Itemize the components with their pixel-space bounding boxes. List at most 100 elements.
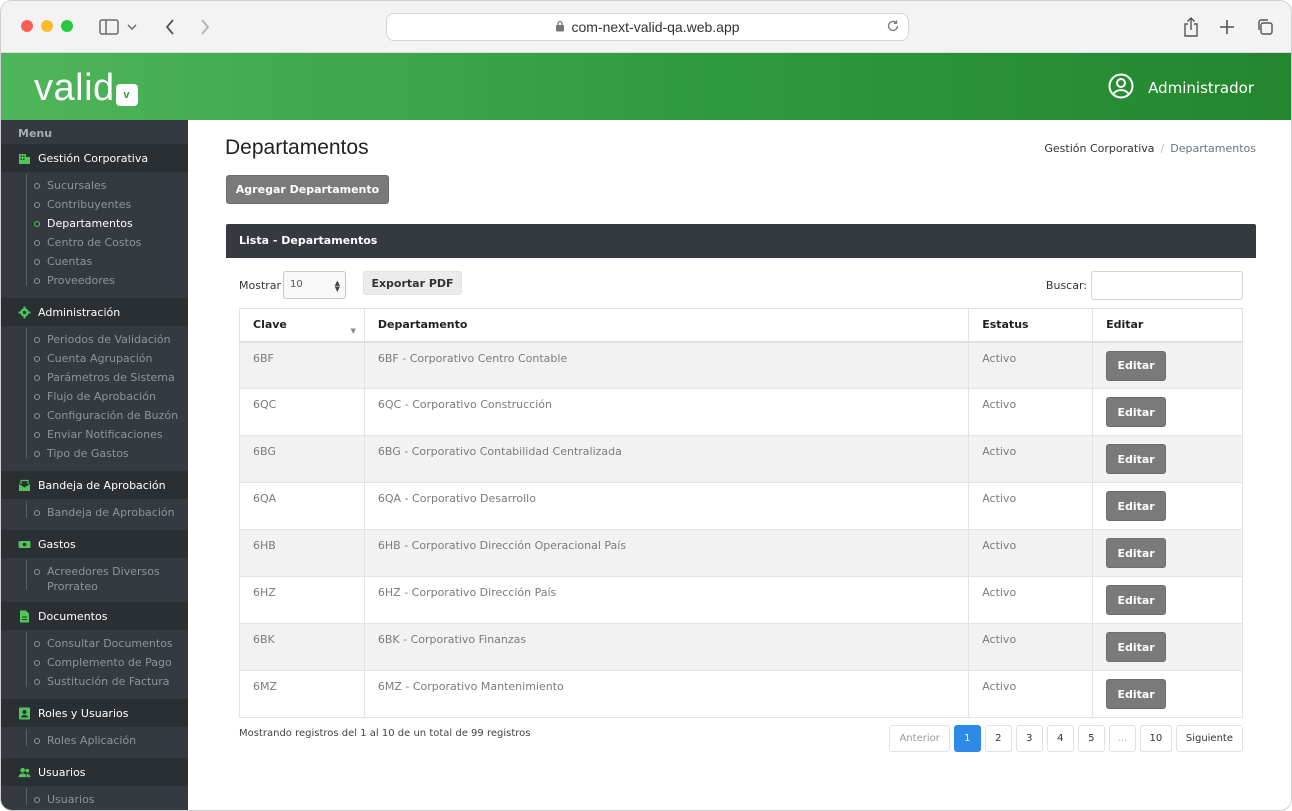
edit-button[interactable]: Editar — [1106, 397, 1167, 427]
sidebar-item-bandeja-aprobacion[interactable]: Bandeja de Aprobación — [1, 505, 188, 524]
edit-button[interactable]: Editar — [1106, 679, 1167, 709]
sidebar-item-sustitucion-factura[interactable]: Sustitución de Factura — [1, 674, 188, 693]
cell-departamento: 6MZ - Corporativo Mantenimiento — [363, 670, 970, 718]
cell-editar: Editar — [1092, 670, 1243, 718]
cell-clave: 6QC — [239, 388, 365, 436]
app-logo[interactable]: valid v — [34, 67, 138, 110]
page-size-label: Mostrar — [239, 279, 282, 292]
chevron-down-icon[interactable] — [124, 15, 140, 39]
sidebar-item-sucursales[interactable]: Sucursales — [1, 178, 188, 197]
user-name: Administrador — [1148, 79, 1254, 97]
sidebar-item-roles-aplicacion[interactable]: Roles Aplicación — [1, 733, 188, 752]
money-icon — [18, 538, 31, 551]
sidebar-item-enviar-notificaciones[interactable]: Enviar Notificaciones — [1, 427, 188, 446]
submenu-documentos: Consultar Documentos Complemento de Pago… — [1, 630, 188, 699]
submenu-bandeja-aprobacion: Bandeja de Aprobación — [1, 499, 188, 530]
sidebar-item-flujo-aprobacion[interactable]: Flujo de Aprobación — [1, 389, 188, 408]
pagination-page[interactable]: 4 — [1046, 725, 1074, 752]
sidebar-item-centro-de-costos[interactable]: Centro de Costos — [1, 235, 188, 254]
sidebar-item-consultar-documentos[interactable]: Consultar Documentos — [1, 636, 188, 655]
close-window-button[interactable] — [21, 20, 33, 32]
sidebar-item-usuarios[interactable]: Usuarios — [1, 792, 188, 810]
pagination-page[interactable]: 1 — [953, 725, 981, 752]
window-controls — [21, 20, 73, 32]
sidebar-section-gastos[interactable]: Gastos — [1, 530, 188, 558]
cell-estatus: Activo — [968, 388, 1094, 436]
sidebar-section-documentos[interactable]: Documentos — [1, 602, 188, 630]
page-size-select[interactable]: 10 ▲ ▼ — [283, 271, 346, 299]
card-title: Lista - Departamentos — [226, 224, 1256, 258]
section-title: Documentos — [38, 609, 108, 623]
sidebar-item-parametros-sistema[interactable]: Parámetros de Sistema — [1, 370, 188, 389]
pagination: Anterior 1 2 3 4 5 ... 10 Siguiente — [889, 725, 1243, 752]
sidebar-section-administracion[interactable]: Administración — [1, 298, 188, 326]
column-label: Clave — [253, 318, 287, 332]
share-icon[interactable] — [1179, 15, 1203, 39]
submenu-gestion-corporativa: Sucursales Contribuyentes Departamentos … — [1, 172, 188, 298]
users-icon — [18, 766, 31, 779]
pagination-page[interactable]: 10 — [1139, 725, 1172, 752]
sidebar-item-tipo-gastos[interactable]: Tipo de Gastos — [1, 446, 188, 465]
table-row: 6BK 6BK - Corporativo Finanzas Activo Edita… — [239, 623, 1243, 671]
edit-button[interactable]: Editar — [1106, 350, 1167, 381]
browser-window: com-next-valid-qa.web.app valid v Adminis… — [0, 0, 1292, 811]
sidebar-item-acreedores-diversos[interactable]: Acreedores Diversos Prorrateo — [1, 564, 171, 596]
departments-table: Clave ▼ Departamento Estatus Editar 6BF 6B… — [239, 308, 1243, 718]
pagination-previous[interactable]: Anterior — [889, 725, 950, 752]
table-row: 6BG 6BG - Corporativo Contabilidad Centra… — [239, 435, 1243, 483]
forward-arrow-icon[interactable] — [193, 15, 217, 39]
tab-overview-icon[interactable] — [1253, 15, 1277, 39]
edit-button[interactable]: Editar — [1106, 632, 1167, 662]
column-header-departamento[interactable]: Departamento — [363, 308, 970, 343]
minimize-window-button[interactable] — [41, 20, 53, 32]
back-arrow-icon[interactable] — [158, 15, 182, 39]
edit-button[interactable]: Editar — [1106, 444, 1167, 474]
sidebar-item-periodos-validacion[interactable]: Periodos de Validación — [1, 332, 188, 351]
sidebar-section-roles-usuarios[interactable]: Roles y Usuarios — [1, 699, 188, 727]
sidebar-item-proveedores[interactable]: Proveedores — [1, 273, 188, 292]
sidebar-item-contribuyentes[interactable]: Contribuyentes — [1, 197, 188, 216]
page-size-value: 10 — [290, 279, 303, 290]
menu-title: Menu — [18, 127, 53, 140]
pagination-page[interactable]: 5 — [1077, 725, 1105, 752]
sidebar-section-bandeja-aprobacion[interactable]: Bandeja de Aprobación — [1, 471, 188, 499]
table-row: 6QA 6QA - Corporativo Desarrollo Activo Edi… — [239, 482, 1243, 530]
edit-button[interactable]: Editar — [1106, 585, 1167, 615]
sidebar-item-cuenta-agrupacion[interactable]: Cuenta Agrupación — [1, 351, 188, 370]
cell-clave: 6BG — [239, 435, 365, 483]
column-header-estatus[interactable]: Estatus — [968, 308, 1094, 343]
gear-icon — [18, 306, 31, 319]
pagination-page[interactable]: 3 — [1015, 725, 1043, 752]
add-department-button[interactable]: Agregar Departamento — [226, 175, 389, 204]
breadcrumb-link[interactable]: Gestión Corporativa — [1044, 142, 1154, 155]
address-bar[interactable]: com-next-valid-qa.web.app — [386, 13, 909, 41]
section-title: Gastos — [38, 537, 76, 551]
user-menu[interactable]: Administrador — [1108, 73, 1254, 103]
edit-button[interactable]: Editar — [1106, 491, 1167, 521]
cell-estatus: Activo — [968, 435, 1094, 483]
sidebar-item-complemento-pago[interactable]: Complemento de Pago — [1, 655, 188, 674]
edit-button[interactable]: Editar — [1106, 538, 1167, 568]
new-tab-icon[interactable] — [1215, 15, 1239, 39]
sidebar-item-configuracion-buzon[interactable]: Configuración de Buzón — [1, 408, 188, 427]
main-content: Departamentos Gestión Corporativa / Depart… — [188, 120, 1291, 810]
pagination-next[interactable]: Siguiente — [1175, 725, 1243, 752]
sidebar-section-usuarios[interactable]: Usuarios — [1, 758, 188, 786]
breadcrumb: Gestión Corporativa / Departamentos — [1044, 142, 1256, 155]
column-header-clave[interactable]: Clave ▼ — [239, 308, 365, 343]
section-title: Usuarios — [38, 765, 86, 779]
sidebar-toggle-icon[interactable] — [97, 15, 121, 39]
cell-editar: Editar — [1092, 482, 1243, 530]
submenu-administracion: Periodos de Validación Cuenta Agrupación… — [1, 326, 188, 471]
cell-estatus: Activo — [968, 670, 1094, 718]
search-input[interactable] — [1091, 271, 1243, 300]
pagination-page[interactable]: 2 — [984, 725, 1012, 752]
cell-departamento: 6HZ - Corporativo Dirección País — [363, 576, 970, 624]
export-pdf-button[interactable]: Exportar PDF — [363, 271, 462, 295]
maximize-window-button[interactable] — [61, 20, 73, 32]
sidebar-section-gestion-corporativa[interactable]: Gestión Corporativa — [1, 144, 188, 172]
sidebar-item-cuentas[interactable]: Cuentas — [1, 254, 188, 273]
sidebar-item-departamentos[interactable]: Departamentos — [1, 216, 188, 235]
logo-badge: v — [115, 84, 138, 106]
reload-icon[interactable] — [886, 19, 900, 36]
